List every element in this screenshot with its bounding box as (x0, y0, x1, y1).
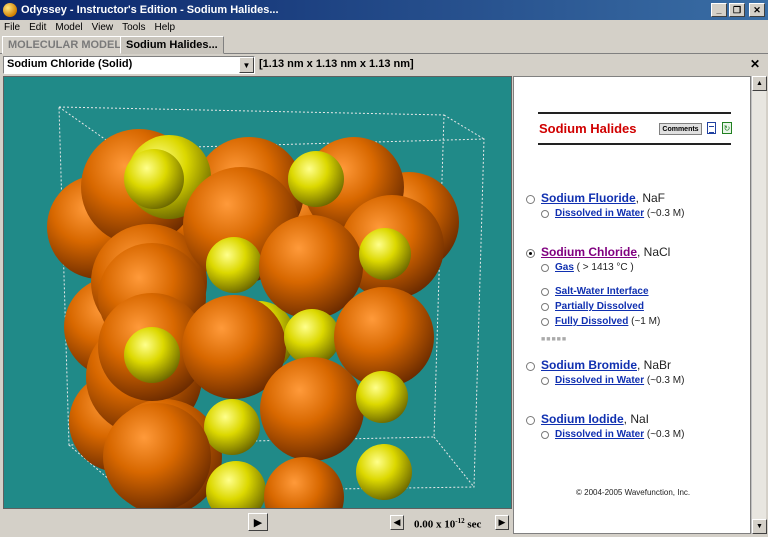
sodium-atom[interactable] (356, 371, 408, 423)
document-icon[interactable] (707, 122, 716, 134)
menu-view[interactable]: View (88, 22, 119, 33)
option-nacl-full: Fully Dissolved (~1 M) (555, 316, 661, 327)
step-forward-button[interactable]: ▶ (495, 515, 509, 530)
more-indicator: ■■■■■ (541, 336, 568, 343)
option-naf-dissolved: Dissolved in Water (~0.3 M) (555, 208, 685, 219)
sodium-atom[interactable] (206, 237, 262, 293)
menu-help[interactable]: Help (150, 22, 180, 33)
divider (538, 112, 731, 114)
scroll-down-arrow-icon[interactable]: ▼ (752, 519, 767, 534)
radio-nabr-dissolved[interactable] (541, 377, 549, 385)
radio-sodium-chloride[interactable] (526, 249, 535, 258)
option-nacl-gas: Gas ( > 1413 °C ) (555, 262, 634, 273)
radio-nacl-full[interactable] (541, 318, 549, 326)
sodium-atom[interactable] (124, 149, 184, 209)
link-nacl-gas[interactable]: Gas (555, 262, 574, 273)
info-panel: Sodium Halides Comments ↻ Sodium Fluorid… (513, 76, 751, 534)
model-toolbar: Sodium Chloride (Solid) ▼ [1.13 nm x 1.1… (0, 55, 768, 75)
formula-nacl: , NaCl (637, 245, 671, 259)
window-title: Odyssey - Instructor's Edition - Sodium … (21, 4, 279, 16)
link-nai-dissolved[interactable]: Dissolved in Water (555, 429, 644, 440)
model-select[interactable]: Sodium Chloride (Solid) ▼ (3, 56, 255, 74)
radio-sodium-fluoride[interactable] (526, 195, 535, 204)
sodium-atom[interactable] (359, 228, 411, 280)
comments-button[interactable]: Comments (659, 123, 702, 135)
radio-nai-dissolved[interactable] (541, 431, 549, 439)
maximize-button[interactable]: ❐ (729, 3, 745, 17)
link-sodium-fluoride[interactable]: Sodium Fluoride (541, 191, 636, 205)
compound-sodium-iodide: Sodium Iodide, NaI (541, 412, 649, 426)
radio-nacl-interface[interactable] (541, 288, 549, 296)
copyright-text: © 2004-2005 Wavefunction, Inc. (576, 488, 691, 497)
formula-nabr: , NaBr (637, 358, 672, 372)
menu-bar: File Edit Model View Tools Help (0, 20, 768, 34)
link-sodium-bromide[interactable]: Sodium Bromide (541, 358, 637, 372)
link-sodium-chloride[interactable]: Sodium Chloride (541, 245, 637, 259)
scroll-up-arrow-icon[interactable]: ▲ (752, 76, 767, 91)
time-exponent: -12 (455, 517, 465, 525)
title-bar: Odyssey - Instructor's Edition - Sodium … (0, 0, 768, 20)
step-back-button[interactable]: ◀ (390, 515, 404, 530)
radio-nacl-partial[interactable] (541, 303, 549, 311)
tab-bar: MOLECULAR MODELS Sodium Halides... (0, 34, 768, 54)
link-sodium-iodide[interactable]: Sodium Iodide (541, 412, 624, 426)
close-icon[interactable]: ✕ (748, 57, 762, 71)
sodium-atom[interactable] (288, 151, 344, 207)
option-nacl-partial: Partially Dissolved (555, 301, 644, 312)
odyssey-app-icon[interactable] (3, 3, 17, 17)
minimize-button[interactable]: _ (711, 3, 727, 17)
compound-sodium-fluoride: Sodium Fluoride, NaF (541, 191, 665, 205)
link-nabr-dissolved[interactable]: Dissolved in Water (555, 375, 644, 386)
cell-dimensions: [1.13 nm x 1.13 nm x 1.13 nm] (259, 58, 414, 70)
app-window: Odyssey - Instructor's Edition - Sodium … (0, 0, 768, 537)
link-nacl-full[interactable]: Fully Dissolved (555, 316, 628, 327)
menu-model[interactable]: Model (51, 22, 87, 33)
formula-naf: , NaF (635, 191, 666, 205)
compound-sodium-chloride: Sodium Chloride, NaCl (541, 245, 670, 259)
menu-file[interactable]: File (0, 22, 25, 33)
link-nacl-interface[interactable]: Salt-Water Interface (555, 286, 649, 297)
menu-edit[interactable]: Edit (25, 22, 51, 33)
radio-sodium-bromide[interactable] (526, 362, 535, 371)
radio-sodium-iodide[interactable] (526, 416, 535, 425)
formula-nai: , NaI (623, 412, 650, 426)
link-naf-dissolved[interactable]: Dissolved in Water (555, 208, 644, 219)
chloride-atom[interactable] (260, 357, 364, 461)
close-button[interactable]: ✕ (749, 3, 765, 17)
molecule-viewer[interactable] (3, 76, 512, 509)
time-display: 0.00 x 10-12 sec (414, 517, 481, 531)
panel-title: Sodium Halides (539, 121, 637, 136)
sodium-atom[interactable] (204, 399, 260, 455)
divider (538, 143, 731, 145)
tab-sodium-halides[interactable]: Sodium Halides... (120, 36, 224, 54)
time-unit: sec (467, 518, 482, 531)
model-select-value: Sodium Chloride (Solid) (7, 58, 133, 70)
option-nacl-interface: Salt-Water Interface (555, 286, 649, 297)
radio-naf-dissolved[interactable] (541, 210, 549, 218)
menu-tools[interactable]: Tools (118, 22, 150, 33)
option-nai-dissolved: Dissolved in Water (~0.3 M) (555, 429, 685, 440)
unit-cell-edge (433, 436, 475, 488)
tab-molecular-models[interactable]: MOLECULAR MODELS (2, 36, 135, 54)
sodium-atom[interactable] (124, 327, 180, 383)
time-value: 0.00 x 10 (414, 518, 456, 531)
nacl-lattice-model[interactable] (4, 77, 512, 509)
unit-cell-edge (443, 114, 485, 140)
chloride-atom[interactable] (103, 403, 211, 509)
sodium-atom[interactable] (356, 444, 412, 500)
panel-scrollbar[interactable]: ▲ ▼ (751, 76, 767, 534)
play-button[interactable]: ▶ (248, 513, 268, 531)
chevron-down-icon[interactable]: ▼ (239, 57, 254, 73)
chloride-atom[interactable] (264, 457, 344, 509)
refresh-icon[interactable]: ↻ (722, 122, 732, 134)
compound-sodium-bromide: Sodium Bromide, NaBr (541, 358, 671, 372)
link-nacl-partial[interactable]: Partially Dissolved (555, 301, 644, 312)
option-nabr-dissolved: Dissolved in Water (~0.3 M) (555, 375, 685, 386)
radio-nacl-gas[interactable] (541, 264, 549, 272)
sodium-atom[interactable] (284, 309, 340, 365)
